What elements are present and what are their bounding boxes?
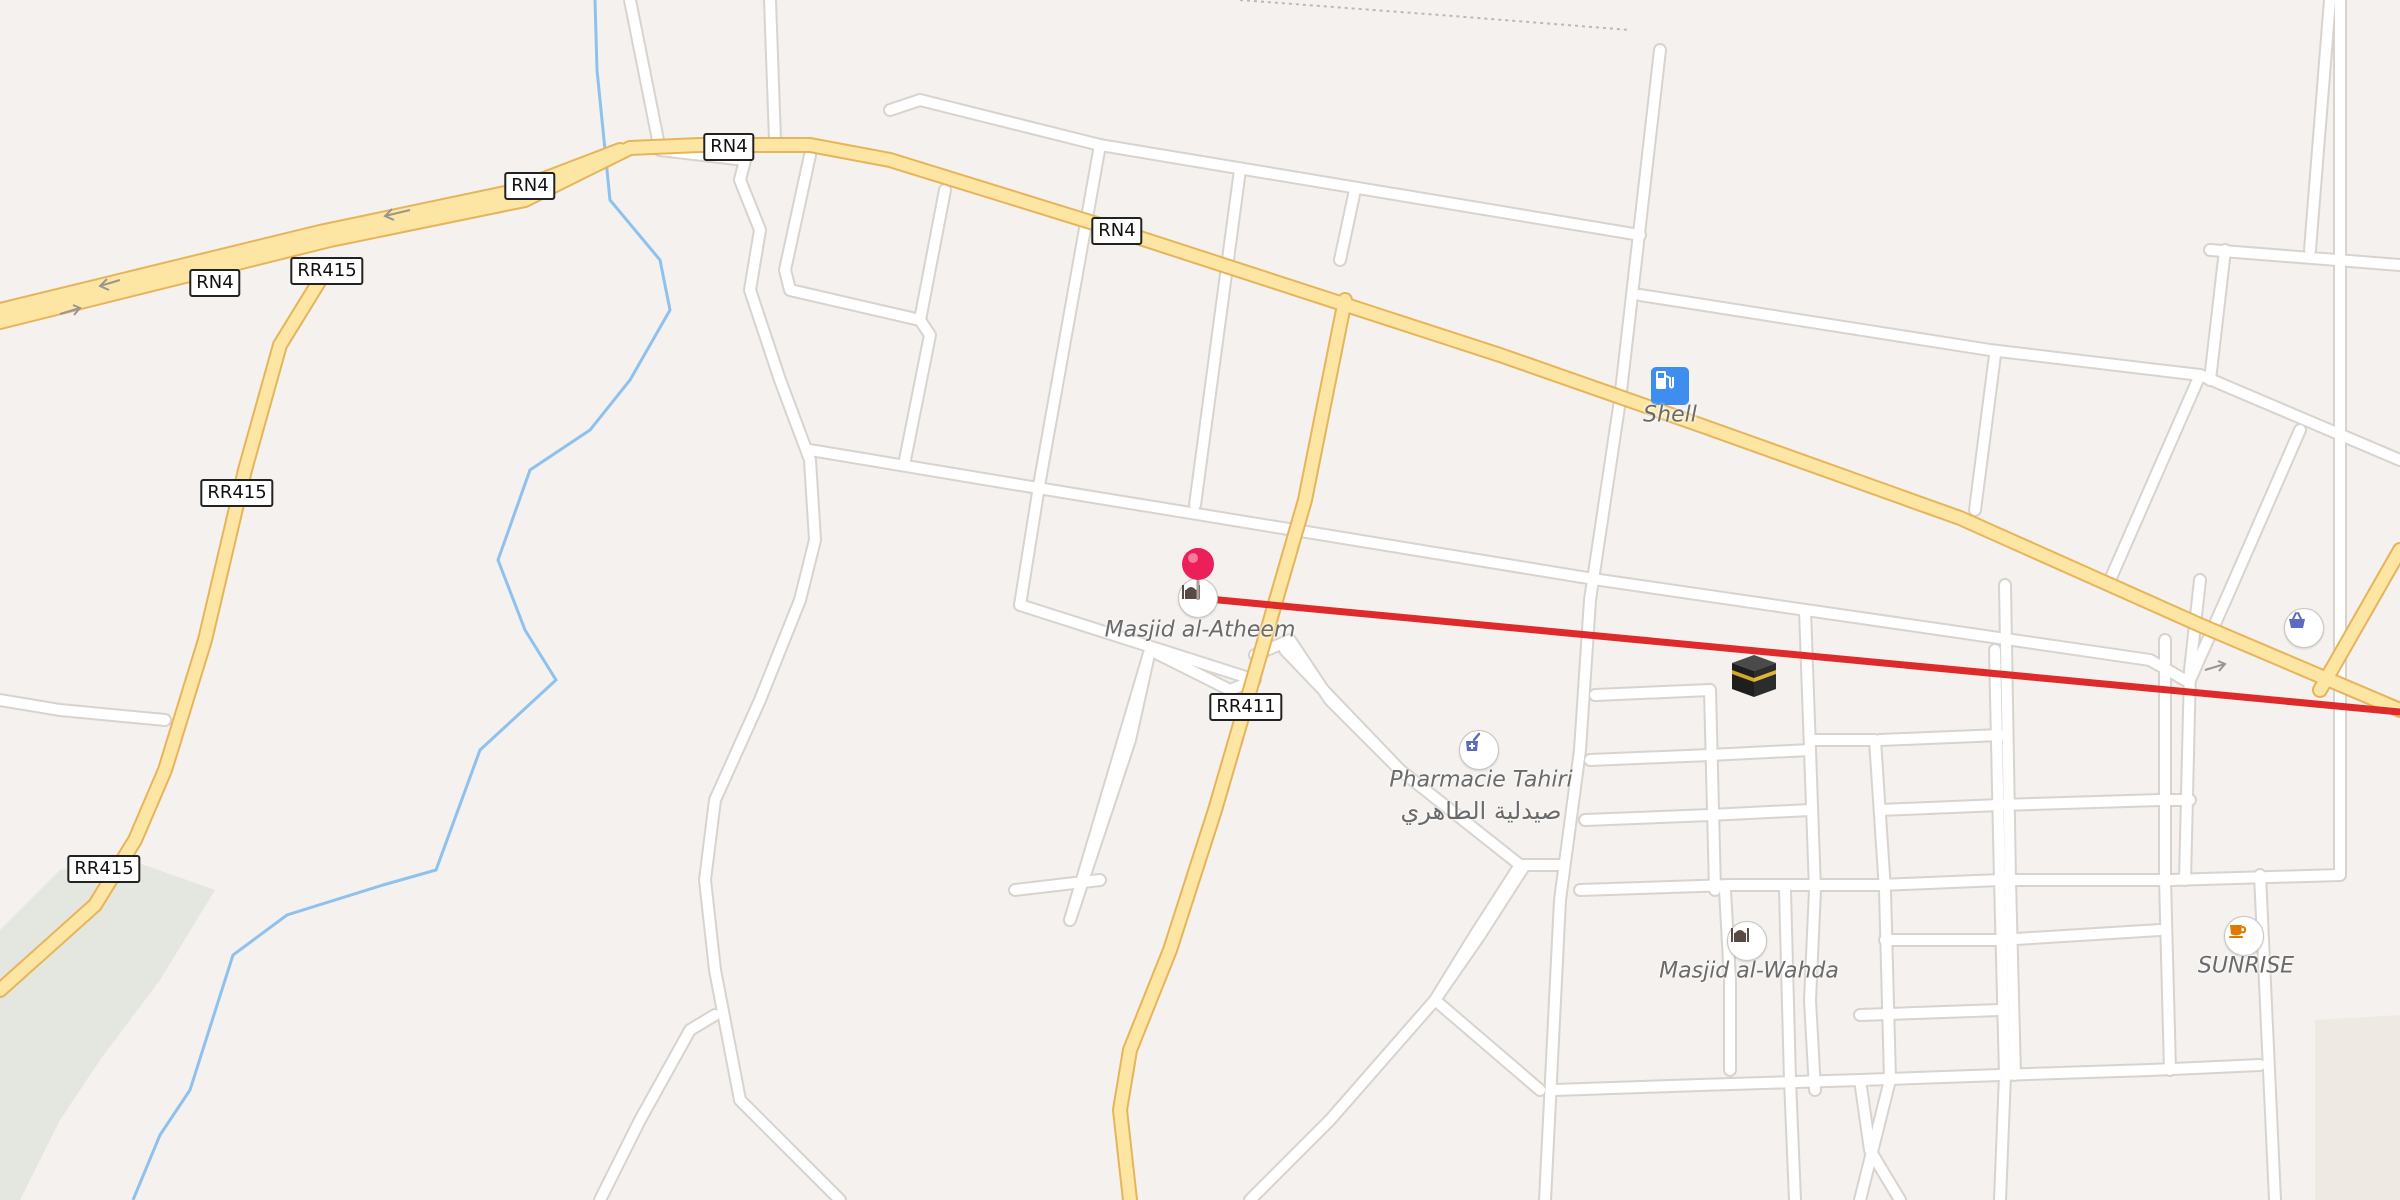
poi-label-pharmacie-tahiri-arabic: صيدلية الطاهري (1400, 797, 1562, 825)
road-shield-rn4: RN4 (703, 133, 755, 161)
road-shield-rn4: RN4 (189, 269, 241, 297)
beige-area (2315, 1015, 2400, 1200)
pharmacy-icon[interactable] (1459, 730, 1499, 770)
road-shield-rr411: RR411 (1209, 693, 1283, 721)
road-shield-rn4: RN4 (1091, 217, 1143, 245)
oneway-arrows (59, 208, 2227, 672)
fuel-pump-icon[interactable] (1651, 367, 1689, 405)
road-shield-rr415: RR415 (200, 479, 274, 507)
poi-label-sunrise: SUNRISE (2197, 953, 2295, 979)
mosque-icon[interactable] (1727, 921, 1767, 961)
poi-label-masjid-al-atheem: Masjid al-Atheem (1104, 617, 1296, 643)
poi-label-masjid-al-wahda: Masjid al-Wahda (1659, 958, 1839, 984)
coffee-cup-icon[interactable] (2224, 916, 2264, 956)
track-line (1239, 0, 1631, 31)
shopping-basket-icon[interactable] (2284, 608, 2324, 648)
map-canvas[interactable]: RN4 RN4 RN4 RN4 RR415 RR415 RR415 RR411 … (0, 0, 2400, 1200)
road-shield-rr415: RR415 (290, 257, 364, 285)
road-shield-rn4: RN4 (504, 172, 556, 200)
poi-label-shell: Shell (1643, 402, 1697, 428)
poi-label-pharmacie-tahiri: Pharmacie Tahiri (1389, 767, 1573, 793)
green-area (0, 860, 215, 1200)
road-shield-rr415: RR415 (67, 855, 141, 883)
